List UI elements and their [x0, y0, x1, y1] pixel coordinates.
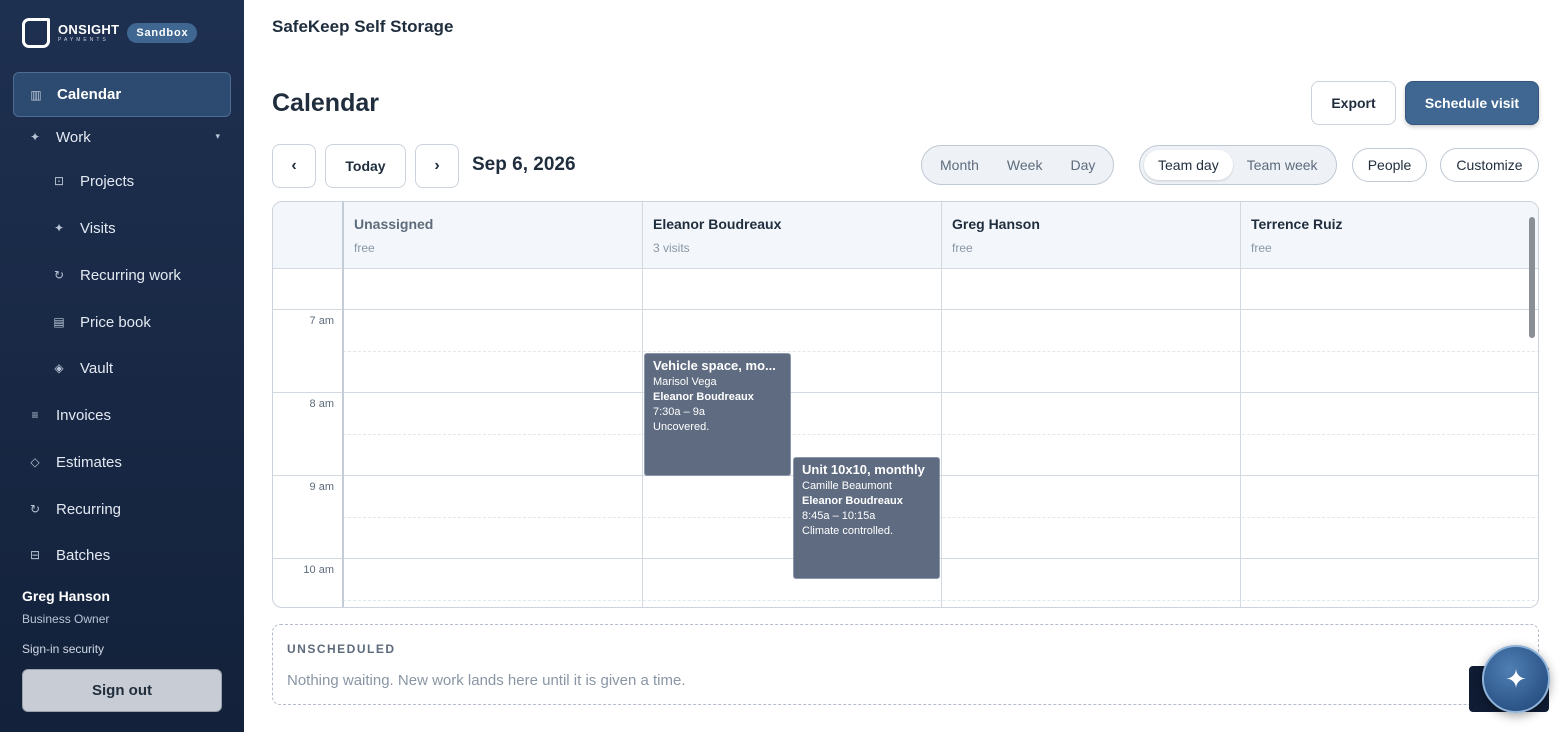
current-date: Sep 6, 2026 [472, 154, 576, 175]
people-button[interactable]: People [1352, 148, 1427, 182]
view-team-week[interactable]: Team week [1233, 150, 1332, 180]
brand-name: ONSIGHT [58, 22, 120, 37]
view-team-day[interactable]: Team day [1144, 150, 1233, 180]
assistant-fab-button[interactable]: ✦ [1482, 645, 1550, 713]
time-label: 10 am [303, 564, 334, 576]
sidebar: ONSIGHT PAYMENTS Sandbox ▥ Calendar ✦ Wo… [0, 0, 244, 732]
sparkle-icon: ✦ [29, 130, 41, 144]
event-vehicle-space[interactable]: Vehicle space, mo... Marisol Vega Eleano… [644, 353, 791, 476]
unscheduled-title: UNSCHEDULED [287, 642, 396, 656]
book-icon: ▤ [53, 315, 65, 329]
sparkle-icon: ✦ [1505, 663, 1527, 694]
sign-in-security-link[interactable]: Sign-in security [22, 642, 104, 656]
unscheduled-message: Nothing waiting. New work lands here unt… [287, 672, 686, 689]
sidebar-item-batches[interactable]: ⊟ Batches [28, 545, 110, 565]
sidebar-item-estimates[interactable]: ◇ Estimates [28, 452, 121, 472]
sidebar-item-visits[interactable]: ✦ Visits [52, 218, 116, 238]
brand: ONSIGHT PAYMENTS Sandbox [22, 18, 198, 48]
sidebar-item-projects[interactable]: ⊡ Projects [52, 171, 134, 191]
time-label: 9 am [309, 481, 334, 493]
chevron-down-icon[interactable]: ▾ [215, 131, 220, 142]
sidebar-item-invoices[interactable]: ≡ Invoices [28, 405, 111, 425]
list-icon: ≡ [31, 408, 39, 422]
view-month[interactable]: Month [926, 150, 993, 180]
view-day[interactable]: Day [1056, 150, 1109, 180]
brand-logo-icon [22, 18, 50, 48]
next-button[interactable]: › [415, 144, 459, 188]
diamond-icon: ◈ [54, 361, 64, 375]
diamond-outline-icon: ◇ [30, 455, 40, 469]
prev-button[interactable]: ‹ [272, 144, 316, 188]
calendar-scrollbar[interactable] [1529, 217, 1535, 338]
column-eleanor-boudreaux: Eleanor Boudreaux 3 visits [653, 216, 782, 255]
refresh-icon: ↻ [29, 502, 41, 516]
calendar-icon: ▥ [30, 87, 42, 102]
customize-button[interactable]: Customize [1440, 148, 1539, 182]
column-terrence-ruiz: Terrence Ruiz free [1251, 216, 1343, 255]
export-button[interactable]: Export [1311, 81, 1396, 125]
projects-icon: ⊡ [53, 174, 65, 188]
schedule-visit-button[interactable]: Schedule visit [1405, 81, 1539, 125]
column-greg-hanson: Greg Hanson free [952, 216, 1040, 255]
time-label: 7 am [309, 315, 334, 327]
user-role: Business Owner [22, 612, 110, 626]
batches-icon: ⊟ [29, 548, 41, 562]
org-name: SafeKeep Self Storage [272, 17, 454, 36]
sandbox-badge: Sandbox [127, 23, 198, 43]
sidebar-item-work[interactable]: ✦ Work [28, 127, 91, 147]
team-view-switcher: Team day Team week [1139, 145, 1337, 185]
calendar-grid: Unassigned free Eleanor Boudreaux 3 visi… [272, 201, 1539, 608]
sidebar-item-price-book[interactable]: ▤ Price book [52, 312, 151, 332]
sidebar-item-vault[interactable]: ◈ Vault [52, 358, 113, 378]
sidebar-item-recurring[interactable]: ↻ Recurring [28, 499, 121, 519]
refresh-icon: ↻ [53, 268, 65, 282]
sign-out-button[interactable]: Sign out [22, 669, 222, 712]
view-week[interactable]: Week [993, 150, 1057, 180]
page-title: Calendar [272, 89, 379, 117]
sidebar-item-recurring-work[interactable]: ↻ Recurring work [52, 265, 181, 285]
time-label: 8 am [309, 398, 334, 410]
user-name: Greg Hanson [22, 588, 110, 604]
view-switcher: Month Week Day [921, 145, 1115, 185]
today-button[interactable]: Today [325, 144, 406, 188]
brand-sub: PAYMENTS [58, 37, 109, 43]
unscheduled-panel: UNSCHEDULED Nothing waiting. New work la… [272, 624, 1539, 705]
sparkle-icon: ✦ [53, 221, 65, 235]
sidebar-item-calendar[interactable]: ▥ Calendar [13, 72, 231, 117]
event-unit-10x10[interactable]: Unit 10x10, monthly Camille Beaumont Ele… [793, 457, 940, 579]
column-unassigned: Unassigned free [354, 216, 434, 255]
